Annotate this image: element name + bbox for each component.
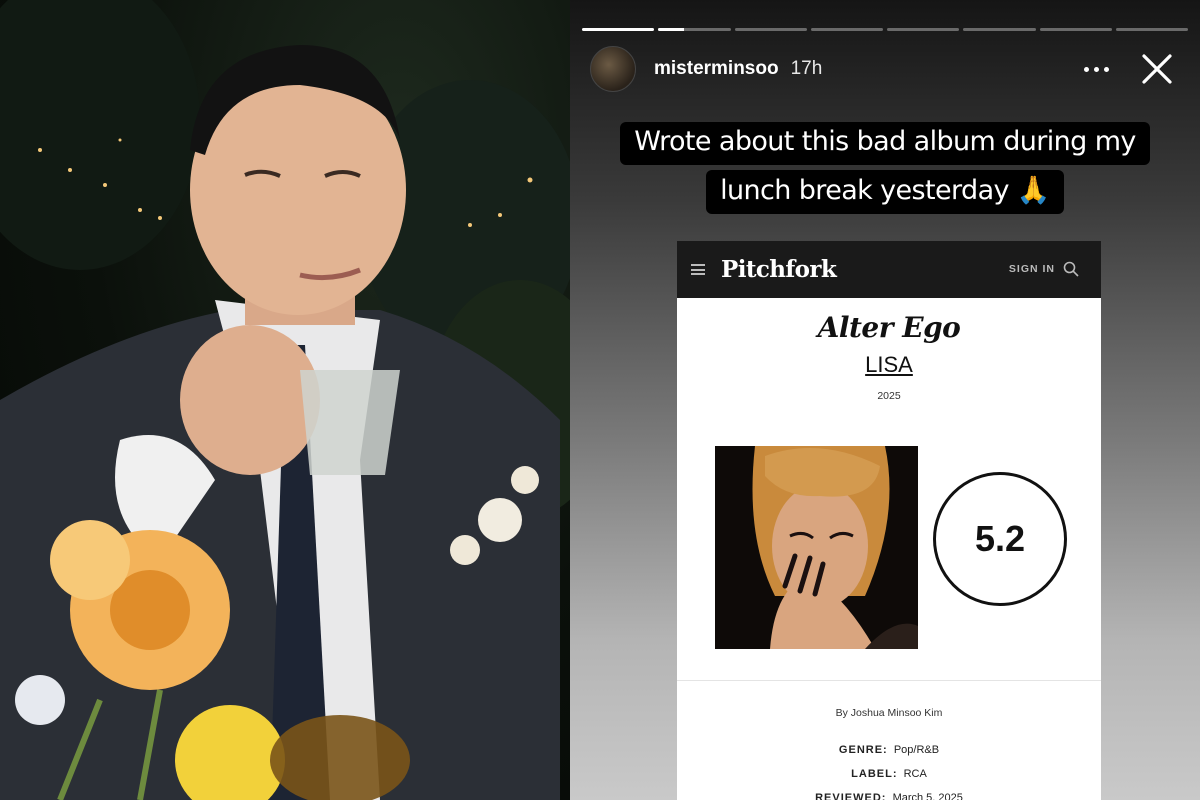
avatar[interactable] (590, 46, 636, 92)
story-progress-segment (582, 28, 655, 31)
story-progress-segment (887, 28, 960, 31)
story-progress-segment (963, 28, 1036, 31)
score-value: 5.2 (974, 518, 1026, 559)
photo-of-author (0, 0, 570, 800)
genre-row: GENRE: Pop/R&B (677, 744, 1101, 756)
reviewed-label: REVIEWED: (815, 792, 887, 800)
more-options-icon[interactable] (1082, 56, 1112, 82)
photo-illustration (0, 0, 570, 800)
artist-link[interactable]: LISA (865, 352, 913, 377)
reviewed-value: March 5, 2025 (892, 792, 963, 800)
label-label: LABEL: (851, 768, 898, 780)
search-icon[interactable] (1063, 261, 1079, 277)
byline: By Joshua Minsoo Kim (835, 707, 943, 719)
divider (677, 680, 1101, 681)
score-circle: 5.2 (933, 472, 1067, 606)
story-progress-segment (1115, 28, 1188, 31)
timestamp: 17h (790, 58, 823, 79)
story-header: misterminsoo 17h (590, 46, 1184, 92)
story-progress-segment (1039, 28, 1112, 31)
pitchfork-review-screenshot: Pitchfork SIGN IN Alter Ego LISA 2025 5.… (677, 241, 1101, 800)
release-year: 2025 (877, 390, 901, 402)
username[interactable]: misterminsoo (654, 58, 779, 80)
story-progress-bar (582, 28, 1188, 31)
menu-icon[interactable] (691, 264, 705, 275)
instagram-story: misterminsoo 17h Wrote about this bad al… (570, 0, 1200, 800)
genre-label: GENRE: (838, 744, 888, 756)
label-value[interactable]: RCA (904, 768, 927, 780)
story-progress-segment (734, 28, 807, 31)
sign-in-link[interactable]: SIGN IN (1009, 263, 1055, 275)
label-row: LABEL: RCA (677, 768, 1101, 780)
caption-line-1: Wrote about this bad album during my (570, 122, 1200, 165)
story-progress-segment (810, 28, 883, 31)
close-icon[interactable] (1140, 52, 1174, 86)
album-cover (715, 446, 918, 649)
reviewed-row: REVIEWED: March 5, 2025 (677, 792, 1101, 800)
story-progress-segment (658, 28, 731, 31)
pitchfork-logo[interactable]: Pitchfork (721, 256, 837, 283)
pitchfork-navbar: Pitchfork SIGN IN (677, 241, 1101, 298)
genre-value[interactable]: Pop/R&B (894, 744, 939, 756)
album-title: Alter Ego (817, 311, 961, 344)
caption-line-2: lunch break yesterday 🙏 (570, 170, 1200, 214)
